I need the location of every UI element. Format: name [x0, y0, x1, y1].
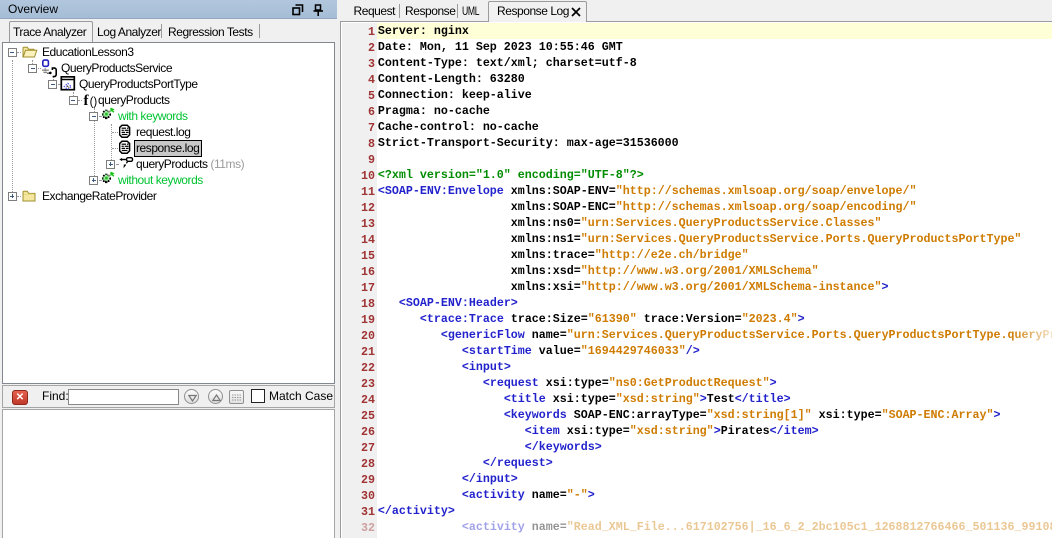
svg-text:f: f	[84, 93, 90, 108]
svg-text:(): ()	[90, 96, 98, 108]
